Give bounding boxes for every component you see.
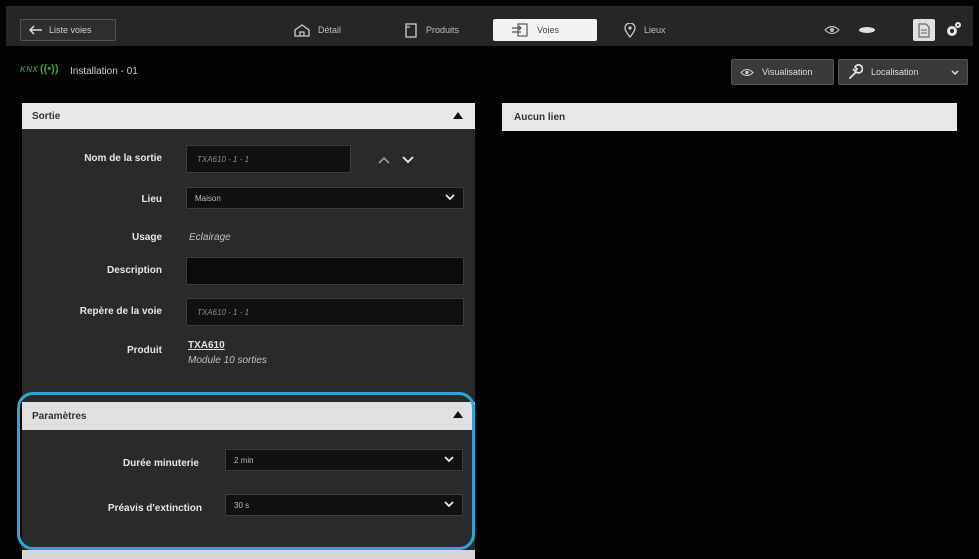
chevron-down-icon — [445, 194, 455, 201]
preavis-select[interactable]: 30 s — [225, 494, 463, 516]
links-header: Aucun lien — [502, 103, 957, 131]
visualisation-button[interactable]: Visualisation — [731, 59, 834, 85]
produit-link[interactable]: TXA610 — [188, 340, 225, 351]
repere-label: Repère de la voie — [79, 306, 162, 317]
parametres-title: Paramètres — [32, 410, 87, 422]
tab-lieux-label: Lieux — [644, 25, 666, 35]
document-icon — [918, 22, 930, 38]
tab-voies[interactable]: Voies — [493, 19, 597, 41]
tab-detail-label: Détail — [318, 25, 342, 35]
chevron-down-icon — [444, 456, 454, 463]
localisation-label: Localisation — [871, 67, 919, 77]
chevron-down-icon — [444, 501, 454, 508]
gear-icon — [947, 22, 961, 36]
tab-voies-label: Voies — [537, 25, 560, 35]
description-field[interactable] — [186, 257, 464, 285]
sortie-title: Sortie — [32, 110, 61, 122]
usage-value: Eclairage — [189, 232, 231, 243]
duree-label: Durée minuterie — [122, 458, 199, 469]
location-pin-icon — [624, 22, 636, 38]
sortie-header[interactable]: Sortie — [22, 103, 475, 129]
home-icon — [294, 23, 310, 37]
wrench-icon — [849, 64, 863, 79]
link-button[interactable] — [854, 19, 880, 41]
produit-label: Produit — [127, 345, 162, 356]
duree-select[interactable]: 2 min — [225, 449, 463, 471]
chevron-down-icon[interactable] — [402, 151, 414, 169]
lieu-label: Lieu — [141, 194, 162, 205]
installation-title: Installation - 01 — [70, 66, 138, 77]
tab-produits[interactable]: Produits — [386, 19, 481, 41]
localisation-dropdown[interactable]: Localisation — [838, 59, 968, 85]
repere-field[interactable]: TXA610 - 1 - 1 — [186, 298, 464, 326]
tab-produits-label: Produits — [426, 25, 460, 35]
chevron-up-icon[interactable] — [378, 151, 390, 169]
eye-icon — [740, 68, 754, 76]
caret-down-icon — [951, 68, 959, 78]
document-button[interactable] — [913, 19, 935, 41]
channels-icon — [512, 23, 528, 37]
links-title: Aucun lien — [514, 111, 566, 123]
back-to-list-button[interactable]: Liste voies — [20, 19, 116, 41]
collapse-icon[interactable] — [453, 112, 463, 119]
description-label: Description — [106, 265, 162, 276]
lieu-select[interactable]: Maison — [186, 187, 464, 209]
back-label: Liste voies — [49, 25, 92, 35]
next-section-header[interactable] — [22, 550, 475, 559]
lieu-value: Maison — [195, 193, 221, 203]
back-arrow-icon — [29, 25, 42, 35]
tab-detail[interactable]: Détail — [276, 19, 366, 41]
link-icon — [859, 27, 875, 33]
sortie-panel: Sortie Nom de la sortie TXA610 - 1 - 1 L… — [22, 103, 475, 556]
product-icon — [405, 22, 417, 38]
nom-field[interactable]: TXA610 - 1 - 1 — [186, 145, 351, 173]
nom-label: Nom de la sortie — [84, 153, 162, 164]
visualisation-label: Visualisation — [762, 67, 813, 77]
settings-button[interactable] — [942, 19, 964, 41]
collapse-icon[interactable] — [453, 411, 463, 418]
knx-logo: KNX — [20, 65, 39, 74]
usage-label: Usage — [131, 232, 162, 243]
produit-description: Module 10 sorties — [188, 355, 267, 366]
connection-status-icon: ((•)) — [40, 63, 59, 75]
preavis-label: Préavis d'extinction — [107, 503, 202, 514]
eye-icon — [824, 25, 840, 35]
top-toolbar: Liste voies Détail Produits Voies Lieux — [6, 6, 973, 46]
duree-value: 2 min — [234, 455, 254, 465]
view-toggle-button[interactable] — [821, 19, 843, 41]
tab-lieux[interactable]: Lieux — [606, 19, 701, 41]
preavis-value: 30 s — [234, 500, 250, 510]
parametres-header[interactable]: Paramètres — [22, 402, 475, 430]
